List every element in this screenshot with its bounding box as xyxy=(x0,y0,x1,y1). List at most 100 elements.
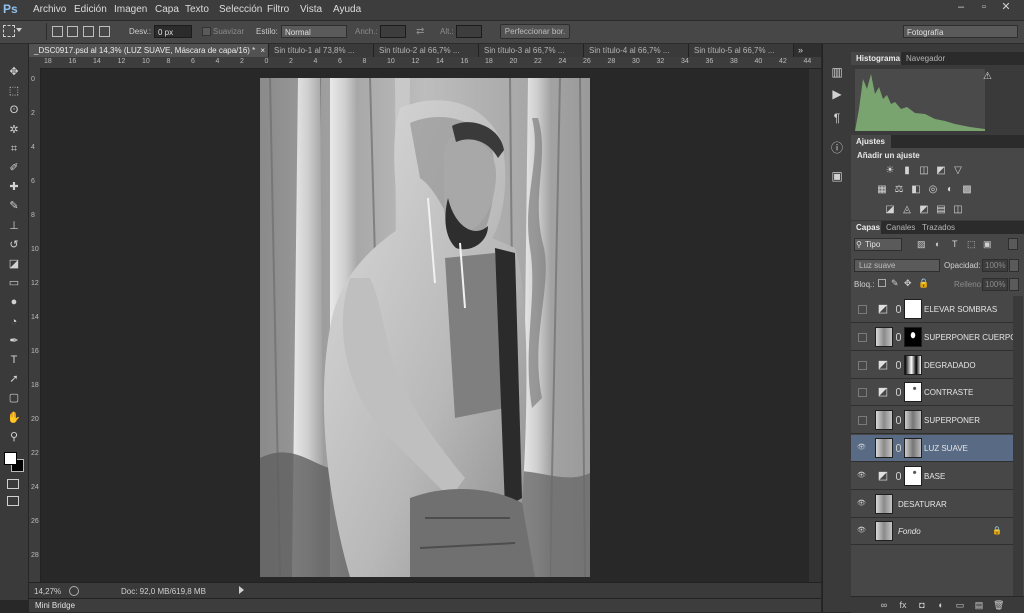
opacity-slider-button[interactable] xyxy=(1009,259,1019,272)
mini-bridge-bar[interactable]: Mini Bridge xyxy=(29,598,821,612)
adjustment-icon[interactable]: ▮ xyxy=(901,165,913,176)
menu-vista[interactable]: Vista xyxy=(300,4,322,15)
layer-row[interactable]: 👁 Fondo 🔒 xyxy=(851,518,1013,546)
layer-row[interactable]: ◩ ELEVAR SOMBRAS xyxy=(851,296,1013,323)
layer-row[interactable]: 👁 LUZ SUAVE xyxy=(851,435,1013,462)
layer-mask-thumbnail[interactable] xyxy=(904,299,922,319)
close-button[interactable]: ✕ xyxy=(998,0,1014,16)
screen-mode-icon[interactable] xyxy=(7,496,19,506)
feather-input[interactable]: 0 px xyxy=(154,25,192,38)
filter-shape-icon[interactable]: ⬚ xyxy=(967,239,976,250)
blur-tool-icon[interactable]: ● xyxy=(5,294,23,310)
adjustment-layer-icon[interactable]: ◩ xyxy=(875,357,891,373)
menu-edicion[interactable]: Edición xyxy=(74,4,107,15)
menu-seleccion[interactable]: Selección xyxy=(219,4,262,15)
marquee-tool-icon[interactable]: ⬚ xyxy=(5,83,23,99)
eyedropper-icon[interactable]: ✐ xyxy=(5,160,23,176)
shape-tool-icon[interactable]: ▢ xyxy=(5,390,23,406)
type-tool-icon[interactable]: T xyxy=(5,352,23,368)
layer-row[interactable]: SUPERPONER xyxy=(851,407,1013,435)
layers-footer-icon[interactable]: ▤ xyxy=(974,600,984,610)
layer-thumbnail[interactable] xyxy=(875,521,893,542)
filter-smart-icon[interactable]: ▣ xyxy=(983,239,992,250)
adjustment-layer-icon[interactable]: ◩ xyxy=(875,301,891,317)
visibility-box[interactable] xyxy=(858,305,867,314)
tab-overflow-icon[interactable]: » xyxy=(798,44,814,57)
tab-sin-titulo-5[interactable]: Sin título-5 al 66,7% ... xyxy=(689,44,794,57)
adjustment-icon[interactable]: ◫ xyxy=(952,204,964,215)
adjustment-icon[interactable]: ▤ xyxy=(935,204,947,215)
histogram-icon[interactable]: ▥ xyxy=(829,64,845,80)
layers-footer-icon[interactable]: ◐ xyxy=(936,600,946,610)
tab-sin-titulo-3[interactable]: Sin título-3 al 66,7% ... xyxy=(479,44,584,57)
canvas-vertical-scrollbar[interactable] xyxy=(809,69,821,582)
link-icon[interactable] xyxy=(896,388,901,397)
adjustment-icon[interactable]: ◧ xyxy=(910,184,922,195)
lock-all-icon[interactable]: 🔒 xyxy=(918,278,929,289)
link-icon[interactable] xyxy=(896,416,901,425)
fill-input[interactable]: 100% xyxy=(982,278,1008,291)
visibility-box[interactable] xyxy=(858,360,867,370)
lasso-tool-icon[interactable]: ʘ xyxy=(5,102,23,118)
link-icon[interactable] xyxy=(896,471,901,480)
layer-mask-thumbnail[interactable] xyxy=(904,410,922,431)
layer-thumbnail[interactable] xyxy=(875,438,893,458)
tab-canales[interactable]: Canales xyxy=(881,221,917,235)
menu-archivo[interactable]: Archivo xyxy=(33,4,66,15)
brush-tool-icon[interactable]: ✎ xyxy=(5,198,23,214)
smooth-checkbox[interactable] xyxy=(202,27,211,36)
layer-thumbnail[interactable] xyxy=(875,326,893,347)
subtract-selection-icon[interactable] xyxy=(83,26,94,37)
clone-stamp-icon[interactable]: ⊥ xyxy=(5,218,23,234)
histogram-warning-icon[interactable]: ⚠ xyxy=(983,71,992,82)
adjustment-icon[interactable]: ◩ xyxy=(935,165,947,176)
layer-row[interactable]: 👁 DESATURAR xyxy=(851,490,1013,518)
eraser-tool-icon[interactable]: ◪ xyxy=(5,256,23,272)
swap-icon[interactable]: ⇄ xyxy=(416,26,428,37)
layers-footer-icon[interactable]: ◘ xyxy=(917,600,927,610)
pen-tool-icon[interactable]: ✒ xyxy=(5,333,23,349)
layers-footer-icon[interactable]: ∞ xyxy=(879,600,889,610)
tab-sin-titulo-2[interactable]: Sin título-2 al 66,7% ... xyxy=(374,44,479,57)
filter-toggle[interactable] xyxy=(1008,238,1018,250)
eye-icon[interactable]: 👁 xyxy=(857,443,866,452)
height-input[interactable] xyxy=(456,25,482,38)
layers-scrollbar[interactable] xyxy=(1013,296,1023,596)
tab-dsc0917[interactable]: _DSC0917.psd al 14,3% (LUZ SUAVE, Máscar… xyxy=(29,44,269,57)
zoom-tool-icon[interactable]: ⚲ xyxy=(5,429,23,445)
new-selection-icon[interactable] xyxy=(52,26,63,37)
chevron-down-icon[interactable] xyxy=(16,28,22,32)
visibility-box[interactable] xyxy=(858,332,867,342)
tab-sin-titulo-1[interactable]: Sin título-1 al 73,8% ... xyxy=(269,44,374,57)
path-selection-icon[interactable]: ➚ xyxy=(5,371,23,387)
zoom-level[interactable]: 14,27% xyxy=(34,587,61,596)
adjustment-icon[interactable]: ▽ xyxy=(952,165,964,176)
eye-icon[interactable]: 👁 xyxy=(857,471,866,480)
layer-mask-thumbnail[interactable] xyxy=(904,354,922,375)
filter-pixel-icon[interactable]: ▨ xyxy=(917,239,926,250)
adjustment-icon[interactable]: ◪ xyxy=(884,204,896,215)
lock-position-icon[interactable]: ✥ xyxy=(904,278,912,289)
info-icon[interactable]: ⓘ xyxy=(829,140,845,156)
adjustment-icon[interactable]: ◎ xyxy=(927,184,939,195)
menu-texto[interactable]: Texto xyxy=(185,4,209,15)
minimize-button[interactable]: – xyxy=(953,0,969,16)
filter-type-icon[interactable]: T xyxy=(952,239,958,249)
link-icon[interactable] xyxy=(896,444,901,452)
menu-imagen[interactable]: Imagen xyxy=(114,4,147,15)
mini-bridge-label[interactable]: Mini Bridge xyxy=(35,601,75,610)
menu-capa[interactable]: Capa xyxy=(155,4,179,15)
history-brush-icon[interactable]: ↺ xyxy=(5,237,23,253)
add-selection-icon[interactable] xyxy=(67,26,78,37)
magic-wand-icon[interactable]: ✲ xyxy=(5,122,23,138)
healing-brush-icon[interactable]: ✚ xyxy=(5,179,23,195)
status-menu-icon[interactable] xyxy=(239,586,244,594)
play-icon[interactable]: ▶ xyxy=(829,86,845,102)
paragraph-icon[interactable]: ¶ xyxy=(829,110,845,126)
filter-adjust-icon[interactable]: ◐ xyxy=(935,239,940,249)
refine-edge-button[interactable]: Perfeccionar bor. xyxy=(500,24,570,39)
properties-icon[interactable]: ▣ xyxy=(829,168,845,184)
layer-mask-thumbnail[interactable] xyxy=(904,465,922,486)
eye-icon[interactable]: 👁 xyxy=(857,526,866,535)
adjustment-icon[interactable]: ▦ xyxy=(876,184,888,195)
